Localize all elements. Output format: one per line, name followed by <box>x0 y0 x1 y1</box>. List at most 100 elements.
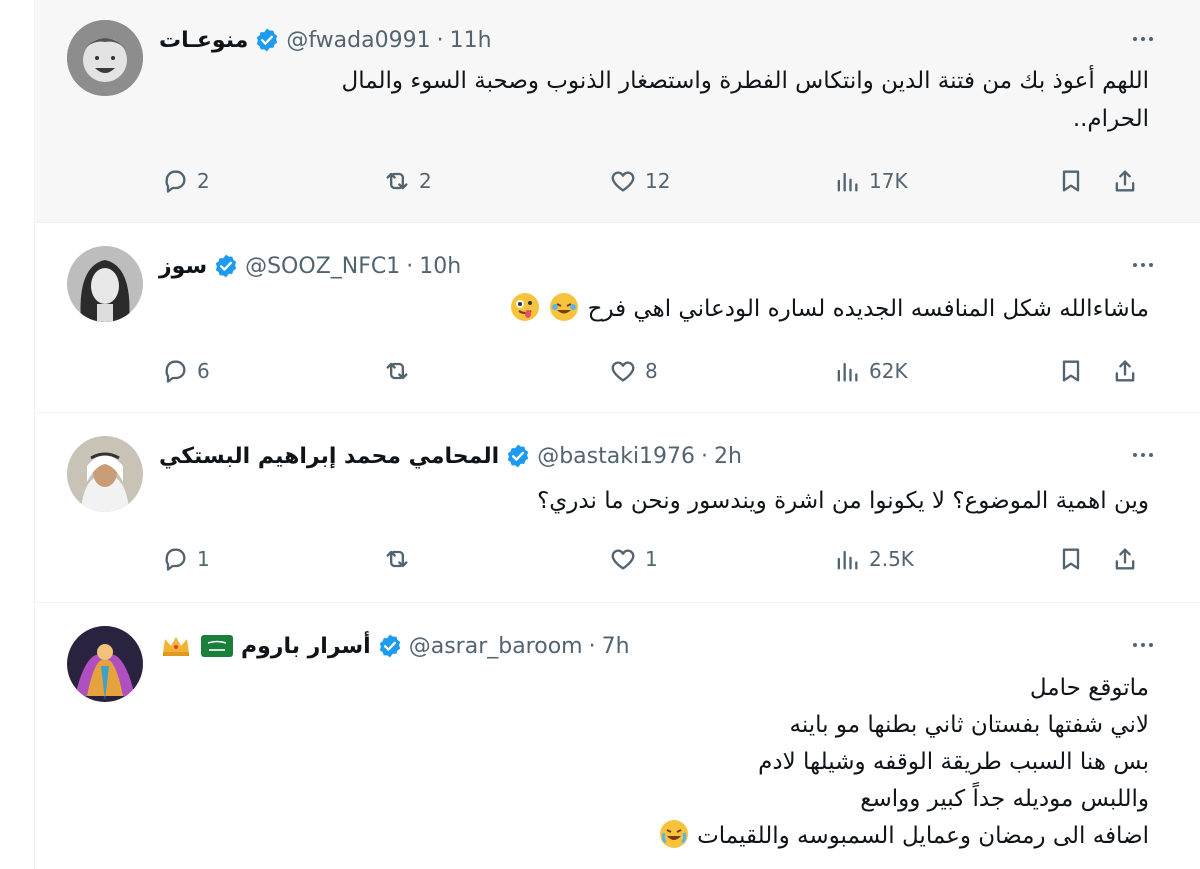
like-count: 1 <box>645 547 658 571</box>
author-name[interactable]: المحامي محمد إبراهيم البستكي <box>159 444 499 469</box>
author-handle[interactable]: @asrar_baroom <box>409 634 583 659</box>
more-icon[interactable] <box>1125 24 1161 54</box>
bookmark-button[interactable] <box>1057 353 1085 389</box>
bookmark-icon <box>1062 548 1080 570</box>
retweet-icon <box>386 550 408 568</box>
reply-count: 1 <box>197 547 210 571</box>
tweet-text-line: لاني شفتها بفستان ثاني بطنها مو باينه <box>789 712 1150 738</box>
like-button[interactable]: 12 <box>609 163 670 199</box>
reply-button[interactable]: 1 <box>161 541 210 577</box>
retweet-icon <box>386 362 408 380</box>
tweet-text-line: ماتوقع حامل <box>1029 675 1149 701</box>
tweet-text-line: اللهم أعوذ بك من فتنة الدين وانتكاس الفط… <box>341 68 1149 94</box>
retweet-count: 2 <box>419 169 432 193</box>
crown-emoji <box>161 635 191 657</box>
share-icon <box>1115 170 1135 192</box>
laughing-emoji <box>659 820 688 848</box>
verified-badge-icon <box>379 634 400 658</box>
author-handle[interactable]: @bastaki1976 <box>537 444 695 469</box>
views-icon <box>837 550 858 570</box>
share-icon <box>1115 360 1135 382</box>
views-button[interactable]: 2.5K <box>833 541 914 577</box>
reply-icon <box>165 548 186 571</box>
tweet[interactable]: أسرار باروم @asrar_baroom · 7h ماتوقع حا… <box>35 602 1200 869</box>
bookmark-icon <box>1062 360 1080 382</box>
bookmark-button[interactable] <box>1057 163 1085 199</box>
verified-badge-icon <box>508 444 529 468</box>
share-button[interactable] <box>1111 163 1139 199</box>
views-icon <box>837 172 858 192</box>
timestamp[interactable]: 10h <box>419 254 461 279</box>
views-button[interactable]: 17K <box>833 163 908 199</box>
tweet-text: ماشاءالله شكل المنافسه الجديده لساره الو… <box>159 290 1149 328</box>
avatar[interactable] <box>67 626 143 702</box>
timestamp[interactable]: 11h <box>450 28 492 53</box>
retweet-button[interactable] <box>383 353 419 389</box>
avatar-photo <box>67 20 143 96</box>
avatar[interactable] <box>67 436 143 512</box>
crying-laughing-emoji <box>550 293 579 321</box>
retweet-button[interactable]: 2 <box>383 163 432 199</box>
tweet-text: ماتوقع حامل لاني شفتها بفستان ثاني بطنها… <box>159 670 1149 855</box>
saudi-flag-emoji <box>201 635 233 657</box>
tweet-text-line: وين اهمية الموضوع؟ لا يكونوا من اشرة وين… <box>537 488 1149 514</box>
tweet[interactable]: المحامي محمد إبراهيم البستكي @bastaki197… <box>35 412 1200 603</box>
like-icon <box>611 549 635 570</box>
author-name[interactable]: منوعـات <box>159 28 248 53</box>
bookmark-button[interactable] <box>1057 541 1085 577</box>
like-button[interactable]: 1 <box>609 541 658 577</box>
like-count: 12 <box>645 169 671 193</box>
reply-button[interactable]: 6 <box>161 353 210 389</box>
share-button[interactable] <box>1111 541 1139 577</box>
more-icon[interactable] <box>1125 440 1161 470</box>
timestamp[interactable]: 7h <box>602 634 630 659</box>
tweet-text-line: بس هنا السبب طريقة الوقفه وشيلها لادم <box>758 749 1149 775</box>
like-count: 8 <box>645 359 658 383</box>
tweet-text-line: ماشاءالله شكل المنافسه الجديده لساره الو… <box>587 296 1149 322</box>
views-count: 17K <box>869 169 908 193</box>
tweet-text-line: واللبس موديله جداً كبير وواسع <box>860 786 1149 812</box>
tweet-text-line: اضافه الى رمضان وعمايل السمبوسه واللقيما… <box>697 823 1149 849</box>
reply-count: 2 <box>197 169 210 193</box>
reply-button[interactable]: 2 <box>161 163 210 199</box>
reply-icon <box>165 360 186 383</box>
separator: · <box>406 253 414 279</box>
author-name[interactable]: سوز <box>159 254 207 279</box>
separator: · <box>588 633 596 659</box>
retweet-icon <box>386 172 408 190</box>
verified-badge-icon <box>257 28 278 52</box>
share-icon <box>1115 548 1135 570</box>
author-name[interactable]: أسرار باروم <box>241 634 371 659</box>
more-icon[interactable] <box>1125 250 1161 280</box>
timestamp[interactable]: 2h <box>714 444 742 469</box>
avatar-photo <box>67 436 143 512</box>
tweet[interactable]: سوز @SOOZ_NFC1 · 10h ماشاءالله شكل المنا… <box>35 222 1200 413</box>
share-button[interactable] <box>1111 353 1139 389</box>
avatar-photo <box>67 626 143 702</box>
separator: · <box>701 443 709 469</box>
views-icon <box>837 362 858 382</box>
tweet-text: وين اهمية الموضوع؟ لا يكونوا من اشرة وين… <box>159 482 1149 520</box>
reply-icon <box>165 170 186 193</box>
tweet[interactable]: منوعـات @fwada0991 · 11h اللهم أعوذ بك م… <box>35 0 1200 223</box>
tweet-text: اللهم أعوذ بك من فتنة الدين وانتكاس الفط… <box>159 62 1149 138</box>
avatar[interactable] <box>67 246 143 322</box>
bookmark-icon <box>1062 170 1080 192</box>
zany-face-emoji <box>510 293 539 321</box>
tweet-text-line: الحرام.. <box>1072 106 1149 132</box>
views-button[interactable]: 62K <box>833 353 908 389</box>
verified-badge-icon <box>215 254 237 278</box>
like-icon <box>611 361 635 382</box>
like-button[interactable]: 8 <box>609 353 658 389</box>
more-icon[interactable] <box>1125 630 1161 660</box>
like-icon <box>611 171 635 192</box>
avatar[interactable] <box>67 20 143 96</box>
author-handle[interactable]: @SOOZ_NFC1 <box>245 254 400 279</box>
reply-count: 6 <box>197 359 210 383</box>
author-handle[interactable]: @fwada0991 <box>286 28 430 53</box>
avatar-photo <box>67 246 143 322</box>
views-count: 62K <box>869 359 908 383</box>
views-count: 2.5K <box>869 547 914 571</box>
timeline: منوعـات @fwada0991 · 11h اللهم أعوذ بك م… <box>34 0 1200 869</box>
retweet-button[interactable] <box>383 541 419 577</box>
